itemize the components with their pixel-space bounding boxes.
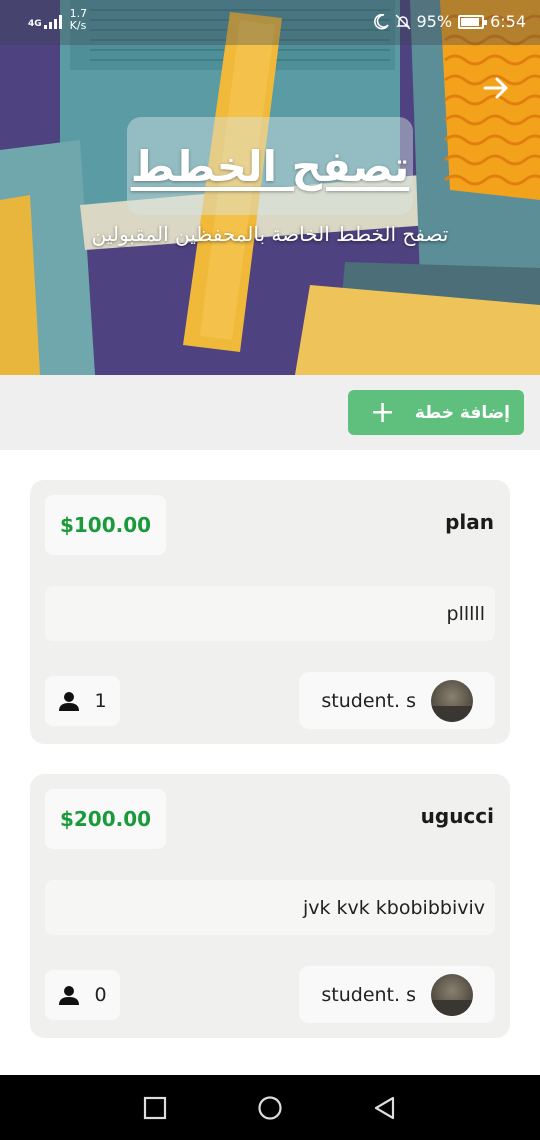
plan-price: $100.00 bbox=[45, 495, 166, 555]
avatar bbox=[431, 973, 473, 1016]
back-triangle-icon[interactable] bbox=[372, 1095, 398, 1121]
page-title-box: تصفح الخطط bbox=[127, 117, 413, 215]
network-status: 4G 1.7 K/s bbox=[28, 8, 87, 32]
plan-description: jvk kvk kbobibbiviv bbox=[45, 880, 495, 935]
recents-square-icon[interactable] bbox=[142, 1095, 168, 1121]
moon-icon bbox=[373, 13, 389, 29]
subscriber-count-value: 0 bbox=[94, 984, 107, 1006]
action-bar: + إضافة خطة bbox=[0, 375, 540, 450]
arrow-right-icon bbox=[483, 77, 508, 99]
page-subtitle: تصفح الخطط الخاصة بالمحفظين المقبولين bbox=[91, 222, 449, 246]
person-icon bbox=[59, 986, 80, 1005]
add-plan-button[interactable]: + إضافة خطة bbox=[348, 390, 524, 435]
system-nav-bar bbox=[0, 1075, 540, 1140]
signal-icon: 4G bbox=[28, 14, 62, 29]
battery-icon bbox=[458, 14, 488, 29]
hero-banner: 4G 1.7 K/s 95% 6:54 تصفح الخطط تصفح الخط… bbox=[0, 0, 540, 375]
network-speed: 1.7 K/s bbox=[70, 8, 88, 32]
plan-name: ugucci bbox=[420, 804, 494, 828]
plan-price: $200.00 bbox=[45, 789, 166, 849]
user-name: student. s bbox=[321, 983, 416, 1006]
status-right: 95% 6:54 bbox=[373, 12, 526, 31]
signal-bars-icon bbox=[43, 15, 62, 29]
plan-card[interactable]: $100.00 plan plllll 1 student. s bbox=[30, 480, 510, 744]
user-chip[interactable]: student. s bbox=[299, 966, 495, 1023]
status-bar: 4G 1.7 K/s 95% 6:54 bbox=[0, 0, 540, 45]
subscriber-count-value: 1 bbox=[94, 690, 107, 712]
add-plan-label: إضافة خطة bbox=[414, 402, 510, 423]
avatar bbox=[431, 679, 473, 722]
forward-button[interactable] bbox=[480, 72, 512, 104]
subscriber-count: 1 bbox=[45, 676, 120, 726]
plan-card[interactable]: $200.00 ugucci jvk kvk kbobibbiviv 0 stu… bbox=[30, 774, 510, 1038]
home-circle-icon[interactable] bbox=[257, 1095, 283, 1121]
user-chip[interactable]: student. s bbox=[299, 672, 495, 729]
person-icon bbox=[59, 692, 80, 711]
screen: 4G 1.7 K/s 95% 6:54 تصفح الخطط تصفح الخط… bbox=[0, 0, 540, 1140]
plan-description: plllll bbox=[45, 586, 495, 641]
bell-off-icon bbox=[394, 13, 411, 30]
user-name: student. s bbox=[321, 689, 416, 712]
plan-name: plan bbox=[445, 510, 494, 534]
battery-percent: 95% bbox=[416, 12, 453, 31]
subscriber-count: 0 bbox=[45, 970, 120, 1020]
clock: 6:54 bbox=[490, 12, 526, 31]
speed-unit: K/s bbox=[69, 19, 87, 32]
network-type: 4G bbox=[28, 19, 42, 29]
page-title: تصفح الخطط bbox=[130, 141, 410, 191]
plus-icon: + bbox=[370, 394, 396, 430]
